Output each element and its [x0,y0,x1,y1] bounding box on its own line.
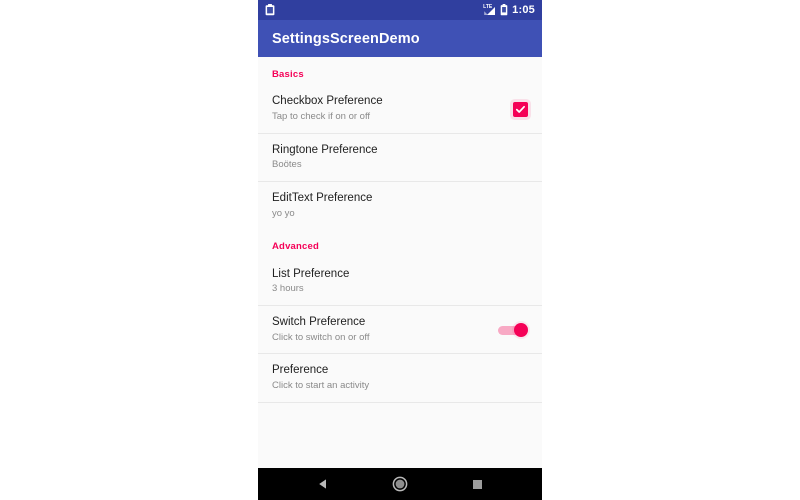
checkbox-checked-icon[interactable] [513,101,528,117]
preference-category-advanced: Advanced [258,229,542,257]
preference-title: Switch Preference [272,316,366,329]
preference-title: Checkbox Preference [272,95,383,108]
status-bar-left-icons [265,4,483,16]
preference-row-activity[interactable]: Preference Click to start an activity [258,354,542,402]
preference-row-switch[interactable]: Switch Preference Click to switch on or … [258,306,542,354]
status-bar: LTE 1:05 [258,0,542,20]
android-navigation-bar [258,468,542,500]
screenshot-canvas: LTE 1:05 SettingsScreenDemo Basics Check… [0,0,800,500]
preference-list[interactable]: Basics Checkbox Preference Tap to check … [258,57,542,468]
preference-row-edittext[interactable]: EditText Preference yo yo [258,182,542,230]
preference-summary: yo yo [272,207,295,219]
preference-text-block: EditText Preference yo yo [272,191,528,220]
preference-text-block: Checkbox Preference Tap to check if on o… [272,94,503,123]
preference-category-basics: Basics [258,57,542,85]
list-divider [258,401,542,403]
signal-cellular-icon: LTE [483,4,496,16]
phone-screen: LTE 1:05 SettingsScreenDemo Basics Check… [258,0,542,500]
preference-widget[interactable] [513,101,528,117]
battery-icon [500,4,508,16]
switch-thumb[interactable] [514,322,528,337]
recents-button[interactable] [460,468,494,500]
category-title: Basics [272,69,304,80]
preference-row-ringtone[interactable]: Ringtone Preference Boötes [258,133,542,182]
preference-summary: Click to start an activity [272,379,370,391]
status-bar-right-icons: LTE 1:05 [483,4,535,16]
home-button[interactable] [383,468,417,500]
preference-title: EditText Preference [272,192,373,205]
preference-row-list[interactable]: List Preference 3 hours [258,257,542,306]
preference-title: Ringtone Preference [272,143,378,156]
preference-row-checkbox[interactable]: Checkbox Preference Tap to check if on o… [258,85,542,133]
preference-text-block: Switch Preference Click to switch on or … [272,315,488,344]
preference-summary: Click to switch on or off [272,331,370,343]
preference-summary: 3 hours [272,283,304,295]
app-bar-title: SettingsScreenDemo [272,30,420,47]
status-bar-clock: 1:05 [512,3,535,16]
preference-summary: Tap to check if on or off [272,110,371,122]
lte-label: LTE [483,4,493,10]
category-title: Advanced [272,241,320,253]
preference-text-block: Preference Click to start an activity [272,363,528,392]
back-button[interactable] [306,468,340,500]
preference-title: Preference [272,364,329,377]
preference-summary: Boötes [272,159,302,171]
clipboard-notification-icon [265,4,275,16]
app-bar: SettingsScreenDemo [258,20,542,57]
preference-title: List Preference [272,267,350,280]
switch-toggle-on[interactable] [498,322,528,338]
preference-widget[interactable] [498,322,528,338]
preference-text-block: List Preference 3 hours [272,267,528,296]
preference-text-block: Ringtone Preference Boötes [272,143,528,172]
